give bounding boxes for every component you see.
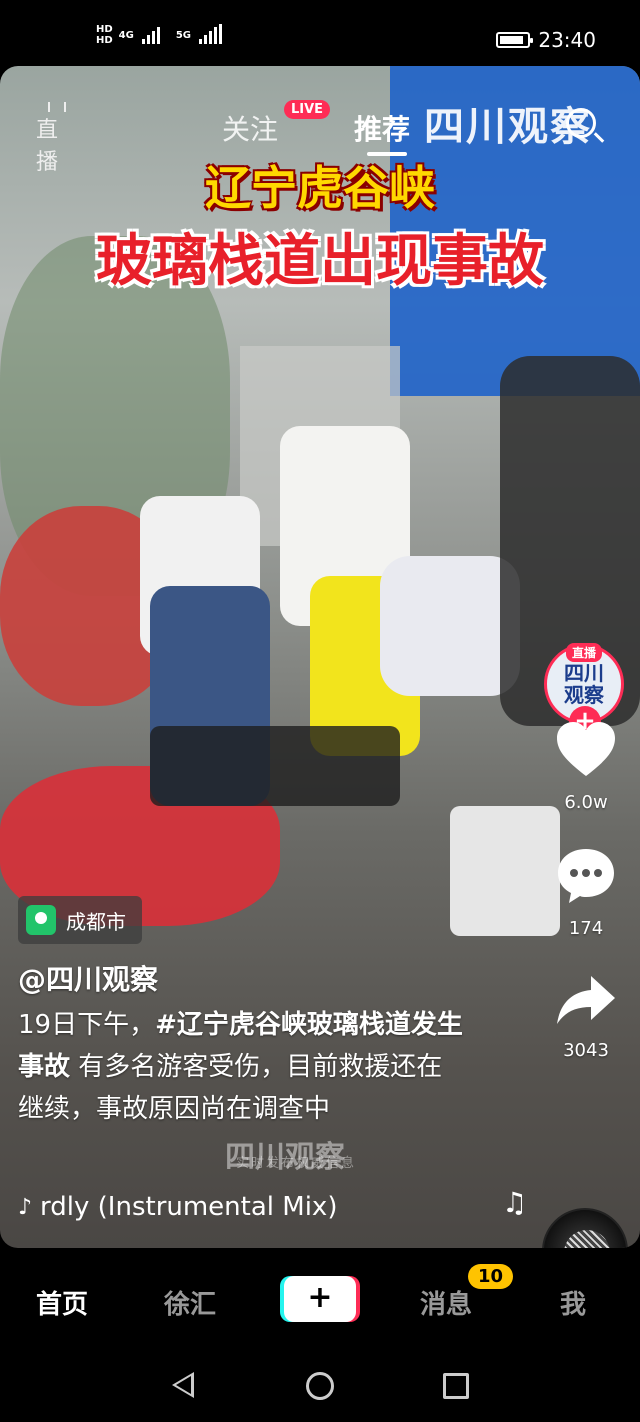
heart-icon <box>557 722 615 776</box>
tab-recommend[interactable]: 推荐 <box>354 108 410 148</box>
bottom-nav: 首页 徐汇 + 消息 10 我 <box>0 1248 640 1350</box>
author-name[interactable]: @四川观察 <box>18 958 158 998</box>
create-button[interactable]: + <box>284 1276 356 1322</box>
caption-prefix: 19日下午， <box>18 1010 156 1040</box>
search-icon[interactable] <box>566 108 596 138</box>
live-entry-label: 直播 <box>36 118 59 175</box>
live-entry-button[interactable]: 直播 <box>36 102 78 175</box>
nav-city[interactable]: 徐汇 <box>164 1284 216 1321</box>
share-button[interactable]: 3043 <box>548 972 624 1061</box>
music-info[interactable]: ♪ rdly (Instrumental Mix) <box>18 1192 518 1222</box>
comment-icon <box>558 849 614 903</box>
hd-indicator-2: HD <box>96 35 113 46</box>
comment-button[interactable]: 174 <box>548 846 624 939</box>
location-text: 成都市 <box>66 909 126 934</box>
video-caption: 19日下午，#辽宁虎谷峡玻璃栈道发生事故 有多名游客受伤，目前救援还在继续，事故… <box>18 1004 468 1130</box>
recent-apps-icon[interactable] <box>443 1373 469 1399</box>
caption-body: 有多名游客受伤，目前救援还在继续，事故原因尚在调查中 <box>18 1052 443 1124</box>
avatar-text-2: 观察 <box>564 683 604 707</box>
battery-fill <box>500 36 524 44</box>
nav-home[interactable]: 首页 <box>36 1284 88 1321</box>
watermark-sub: 实时发布权威信息 <box>236 1156 357 1171</box>
disc-cover <box>564 1230 610 1248</box>
music-title: rdly (Instrumental Mix) <box>40 1192 338 1222</box>
status-right: 23:40 <box>496 28 596 52</box>
active-tab-indicator <box>367 152 407 156</box>
nav-me[interactable]: 我 <box>560 1284 586 1321</box>
signal-icon <box>199 24 223 44</box>
comment-count: 174 <box>568 918 604 939</box>
tiktok-note-icon: ♪ <box>18 1194 33 1220</box>
video-headline-1: 辽宁虎谷峡 <box>205 161 435 215</box>
tab-follow[interactable]: 关注 <box>222 108 278 148</box>
like-button[interactable]: 6.0w <box>548 720 624 813</box>
system-nav-bar <box>0 1350 640 1422</box>
video-headline-2: 玻璃栈道出现事故 <box>96 229 544 294</box>
hd-indicator-1: HD <box>96 24 113 35</box>
status-left: HD HD 4G 5G <box>96 24 223 46</box>
video-player[interactable]: 四川观察 辽宁虎谷峡 玻璃栈道出现事故 四川观察 实时发布权威信息 直播 关注 … <box>0 66 640 1248</box>
network-type-1: 4G <box>118 29 134 41</box>
share-icon <box>557 976 615 1024</box>
share-count: 3043 <box>563 1040 609 1061</box>
like-count: 6.0w <box>564 792 608 813</box>
avatar-text-1: 四川 <box>564 661 604 685</box>
live-badge: LIVE <box>284 100 331 119</box>
home-icon[interactable] <box>306 1372 334 1400</box>
status-bar: HD HD 4G 5G 23:40 <box>0 0 640 66</box>
messages-badge: 10 <box>468 1264 514 1289</box>
nav-messages[interactable]: 消息 <box>420 1284 472 1321</box>
back-icon[interactable] <box>172 1372 194 1398</box>
clock: 23:40 <box>538 28 596 52</box>
antenna-icon <box>48 102 66 112</box>
top-tabs: 直播 关注 LIVE 推荐 <box>0 86 640 175</box>
network-type-2: 5G <box>175 29 192 41</box>
signal-icon <box>141 26 160 44</box>
battery-icon <box>496 32 534 48</box>
location-tag[interactable]: 成都市 <box>18 896 142 944</box>
location-pin-icon <box>26 905 56 935</box>
avatar-live-tag: 直播 <box>565 643 603 662</box>
hd-indicators: HD HD <box>96 24 113 46</box>
